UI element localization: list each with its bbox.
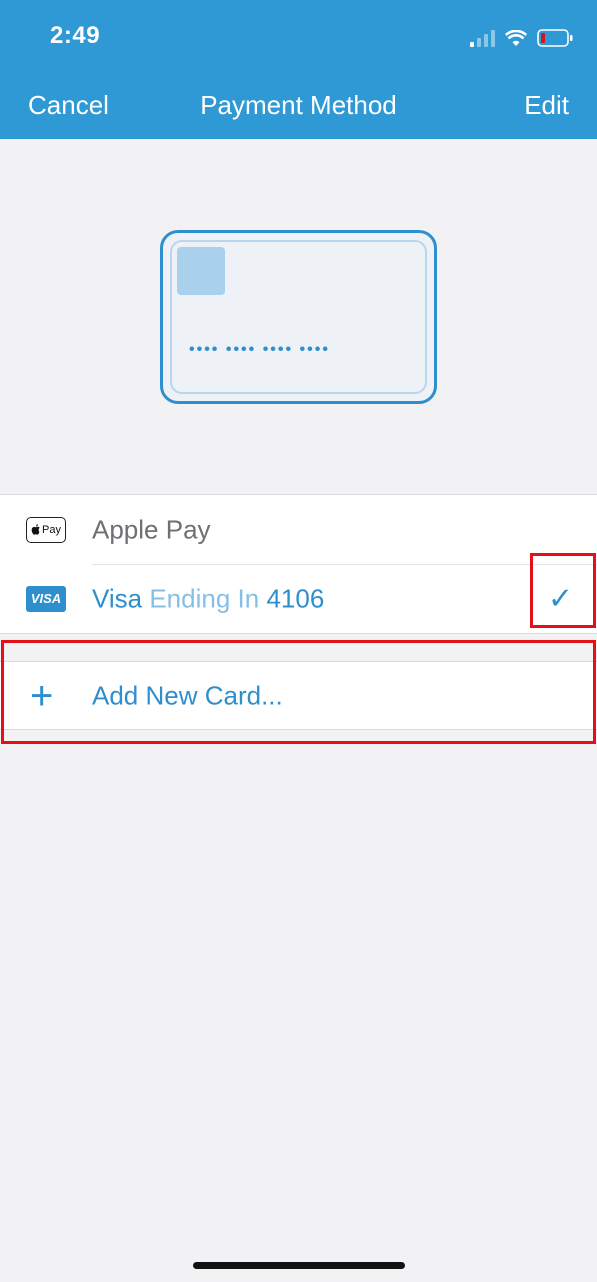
visa-badge-text: VISA [26,585,66,612]
status-icons [470,24,573,52]
add-card-highlight-box [1,640,596,744]
visa-last-four: 4106 [266,583,325,613]
battery-icon [537,29,573,47]
payment-method-visa[interactable]: VISA Visa Ending In 4106 ✓ [0,564,597,633]
home-indicator[interactable] [193,1262,405,1269]
payment-methods-list: Pay Apple Pay VISA Visa Ending In 4106 ✓ [0,494,597,634]
apple-pay-icon: Pay [26,516,66,543]
cellular-signal-icon [470,29,495,47]
visa-brand: Visa [92,583,143,613]
page-title: Payment Method [200,90,397,120]
card-masked-number: •••• •••• •••• •••• [189,341,330,358]
payment-method-apple-pay[interactable]: Pay Apple Pay [0,495,597,564]
status-time: 2:49 [50,22,101,49]
apple-pay-badge-text: Pay [42,523,61,536]
checkmark-highlight-box [530,553,596,628]
visa-ending-text: Ending In [149,583,260,613]
edit-button[interactable]: Edit [524,90,569,121]
card-chip-icon [177,247,225,295]
visa-icon: VISA [26,585,66,612]
apple-pay-label: Apple Pay [92,514,211,544]
wifi-icon [505,29,527,47]
apple-logo-icon [31,524,40,535]
top-bar: 2:49 Cancel Payment Method Edit [0,0,597,139]
credit-card-illustration: •••• •••• •••• •••• [160,230,437,404]
visa-label: Visa Ending In 4106 [92,583,324,614]
